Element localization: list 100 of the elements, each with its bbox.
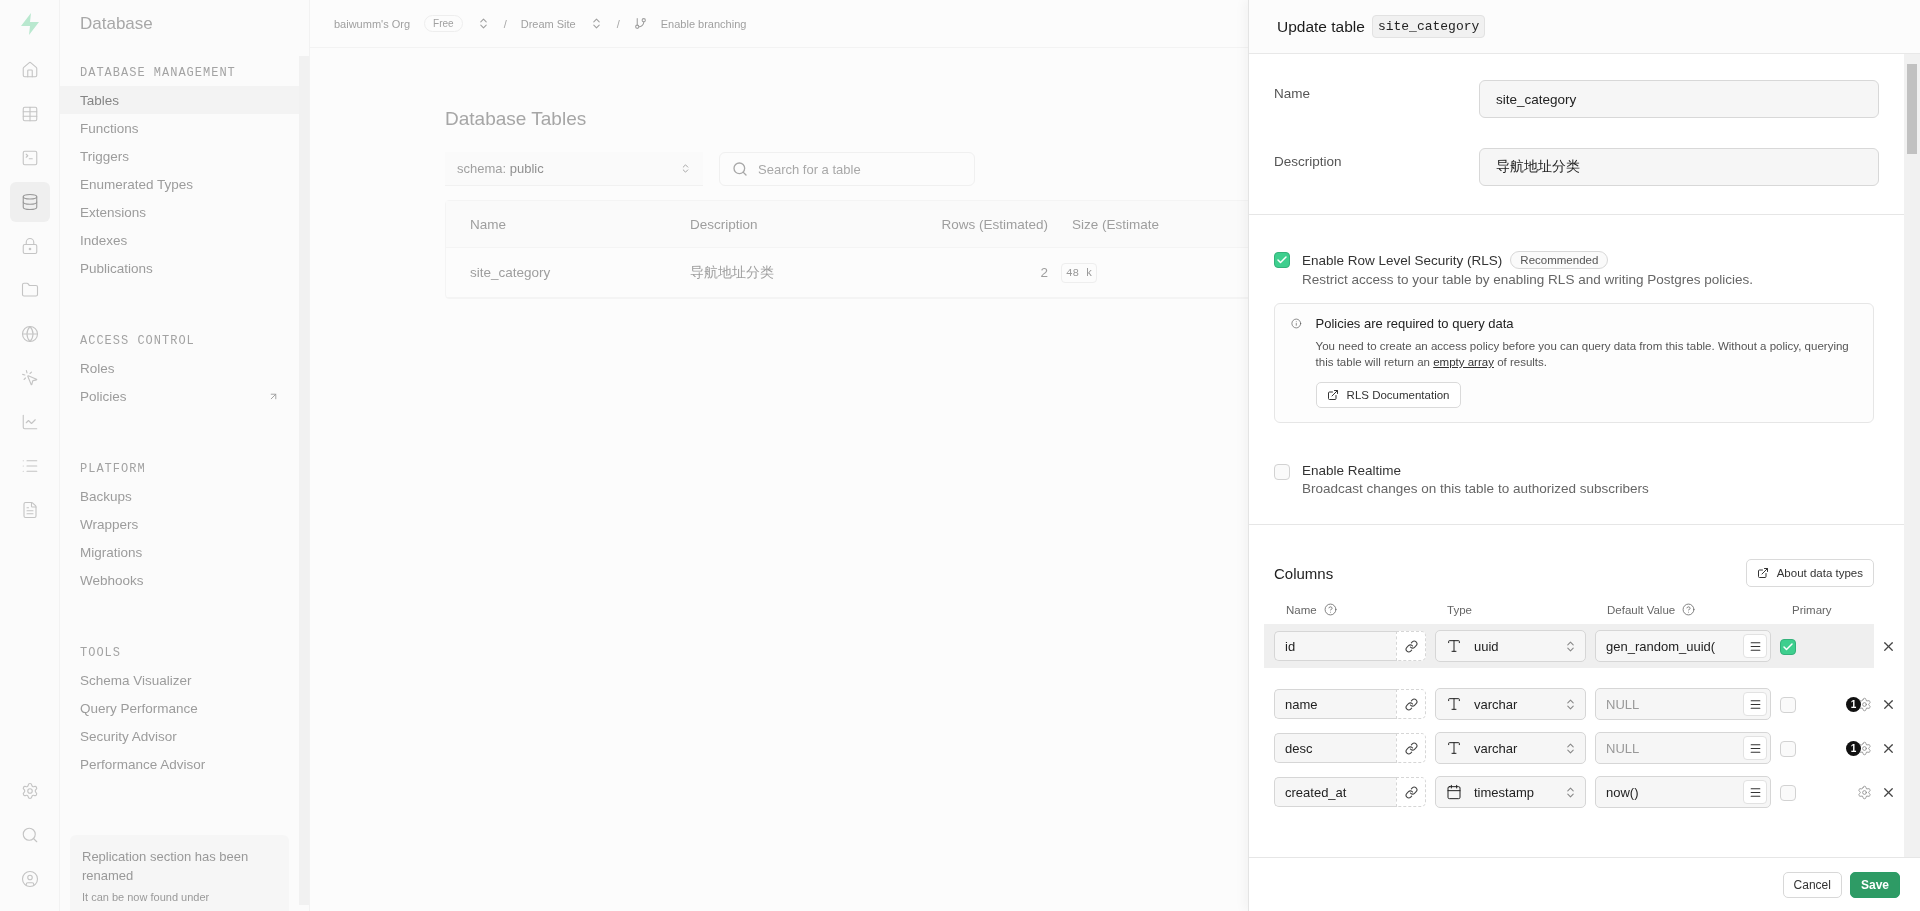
sidebar-item[interactable]: Migrations xyxy=(60,538,299,566)
column-header: Name xyxy=(469,216,507,232)
link-icon xyxy=(1404,639,1418,653)
column-header: Size (Estimate xyxy=(1071,216,1161,232)
type-select[interactable]: varchar xyxy=(1435,732,1586,764)
field-label: Description xyxy=(1274,153,1343,171)
section-heading: DATABASE MANAGEMENT xyxy=(79,66,237,82)
list-icon xyxy=(1748,741,1762,755)
sidebar-item[interactable]: Extensions xyxy=(60,198,299,226)
count-badge: 1 xyxy=(1846,696,1861,712)
sidebar-item[interactable]: Indexes xyxy=(60,226,299,254)
list-button[interactable] xyxy=(1743,634,1767,658)
sidebar-item[interactable]: Backups xyxy=(60,482,299,510)
external-link-icon xyxy=(1326,389,1339,401)
table-cell-text: 2 xyxy=(1039,265,1048,280)
checkbox[interactable] xyxy=(1274,252,1290,268)
settings-icon[interactable] xyxy=(1857,696,1872,712)
type-select[interactable]: uuid xyxy=(1435,630,1586,662)
link-button[interactable] xyxy=(1396,777,1426,807)
chevrons-icon[interactable] xyxy=(680,163,691,174)
sidebar-item[interactable]: Functions xyxy=(60,114,299,142)
sidebar-item[interactable]: Security Advisor xyxy=(60,722,299,750)
list-button[interactable] xyxy=(1743,692,1767,716)
chevrons-icon[interactable] xyxy=(1564,785,1577,799)
list-button[interactable] xyxy=(1743,736,1767,760)
info-icon xyxy=(1291,316,1302,331)
count-badge: 1 xyxy=(1846,740,1861,756)
separator: / xyxy=(616,17,620,30)
default-value-field[interactable]: now() xyxy=(1595,776,1771,808)
chevrons-icon[interactable] xyxy=(1564,639,1577,653)
sidebar-item[interactable]: Webhooks xyxy=(60,566,299,594)
separator: / xyxy=(503,17,507,30)
search-field[interactable]: Search for a table xyxy=(719,152,975,186)
help-icon[interactable] xyxy=(1682,603,1696,616)
sidebar-item[interactable]: Enumerated Types xyxy=(60,170,299,198)
default-value-field[interactable]: gen_random_uuid( xyxy=(1595,630,1771,662)
notice-text: It can be now found under xyxy=(82,891,211,903)
sidebar-item[interactable]: Triggers xyxy=(60,142,299,170)
type-select[interactable]: varchar xyxy=(1435,688,1586,720)
column-header: Rows (Estimated) xyxy=(940,216,1048,232)
logo-icon[interactable] xyxy=(18,12,41,36)
size-chip: 48 k xyxy=(1061,262,1098,283)
sidebar-item[interactable]: Query Performance xyxy=(60,694,299,722)
help-icon[interactable] xyxy=(1323,603,1337,616)
primary-checkbox[interactable] xyxy=(1780,784,1796,801)
table-cell-text: 导航地址分类 xyxy=(689,263,775,282)
link-button[interactable] xyxy=(1396,631,1426,661)
primary-checkbox[interactable] xyxy=(1780,696,1796,713)
checkbox[interactable] xyxy=(1274,464,1290,480)
sidebar-item[interactable]: Schema Visualizer xyxy=(60,666,299,694)
name-field[interactable]: id xyxy=(1274,631,1396,661)
type-select[interactable]: timestamp xyxy=(1435,776,1586,808)
column-header: Primary xyxy=(1792,603,1832,616)
page-title: Database Tables xyxy=(445,108,588,130)
empty-array-link[interactable]: empty array xyxy=(1433,356,1494,368)
sidebar-item[interactable]: Publications xyxy=(60,254,299,282)
column-header: Description xyxy=(689,216,759,232)
default-value-field[interactable]: NULL xyxy=(1595,688,1771,720)
sidebar-item[interactable]: Wrappers xyxy=(60,510,299,538)
sidebar-item[interactable]: Roles xyxy=(60,354,299,382)
text-field[interactable]: 导航地址分类 xyxy=(1479,148,1879,186)
section-heading: PLATFORM xyxy=(79,462,147,478)
name-field[interactable]: created_at xyxy=(1274,777,1396,807)
link-button[interactable] xyxy=(1396,733,1426,763)
data-types-button[interactable]: About data types xyxy=(1745,559,1874,587)
table-cell-text: site_category xyxy=(469,265,552,280)
check-icon xyxy=(1782,640,1794,653)
branch-icon xyxy=(633,17,647,30)
column-header: Type xyxy=(1447,603,1472,616)
branching-link[interactable]: Enable branching xyxy=(660,17,747,30)
org-name[interactable]: baiwumm's Org xyxy=(334,17,411,30)
text-field[interactable]: site_category xyxy=(1479,80,1879,118)
database-icon[interactable] xyxy=(9,182,50,222)
sidebar-item[interactable]: Policies xyxy=(60,382,299,410)
docs-button[interactable]: RLS Documentation xyxy=(1315,382,1461,408)
scrollbar[interactable] xyxy=(1904,54,1920,857)
list-icon xyxy=(1748,697,1762,711)
panel-title: Update table xyxy=(1277,17,1365,36)
name-field[interactable]: desc xyxy=(1274,733,1396,763)
save-button[interactable]: Save xyxy=(1849,871,1900,898)
link-icon xyxy=(1404,741,1418,755)
primary-checkbox[interactable] xyxy=(1780,740,1796,757)
link-button[interactable] xyxy=(1396,689,1426,719)
project-name[interactable]: Dream Site xyxy=(520,17,576,30)
sidebar-title: Database xyxy=(79,13,154,35)
list-button[interactable] xyxy=(1743,780,1767,804)
column-header: Name xyxy=(1286,603,1317,616)
settings-icon[interactable] xyxy=(1857,740,1872,756)
chevrons-icon[interactable] xyxy=(1564,697,1577,711)
column-header: Default Value xyxy=(1607,603,1676,616)
chevrons-icon[interactable] xyxy=(1564,741,1577,755)
name-field[interactable]: name xyxy=(1274,689,1396,719)
recommended-badge: Recommended xyxy=(1510,251,1609,269)
primary-checkbox[interactable] xyxy=(1780,638,1796,655)
default-value-field[interactable]: NULL xyxy=(1595,732,1771,764)
sidebar-item[interactable]: Tables xyxy=(60,86,299,114)
option-description: Restrict access to your table by enabling RLS and writing Postgres policies. xyxy=(1302,272,1753,287)
sidebar-item[interactable]: Performance Advisor xyxy=(60,750,299,778)
cancel-button[interactable]: Cancel xyxy=(1782,871,1842,898)
notice-title: Replication section has been renamed xyxy=(82,848,250,885)
